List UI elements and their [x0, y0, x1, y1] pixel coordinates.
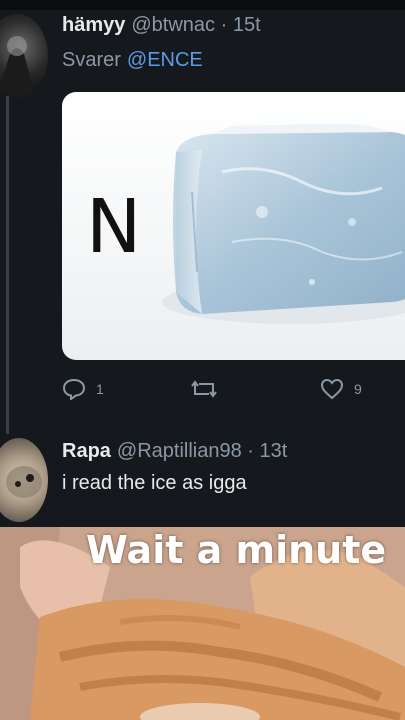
mention-link[interactable]: @ENCE [127, 49, 203, 71]
display-name[interactable]: hämyy [62, 14, 125, 36]
reply-handle[interactable]: @Raptillian98 · 13t [117, 440, 287, 462]
reply-display-name[interactable]: Rapa [62, 440, 111, 462]
like-button[interactable]: 9 [320, 378, 362, 400]
replying-prefix: Svarer [62, 49, 121, 71]
replying-to: Svarer @ENCE [62, 49, 203, 72]
tweet-header: hämyy @btwnac · 15t [62, 14, 261, 37]
tweet-actions: 1 9 [62, 378, 382, 408]
retweet-icon [191, 380, 217, 398]
tweet-media[interactable]: N [62, 92, 405, 360]
reply-avatar[interactable] [0, 438, 48, 522]
user-handle[interactable]: @btwnac · 15t [131, 14, 260, 36]
retweet-button[interactable] [190, 378, 218, 400]
reply-text: i read the ice as igga [62, 472, 247, 494]
thread-line [6, 96, 9, 434]
avatar[interactable] [0, 14, 48, 98]
reply-avatar-image [6, 466, 42, 498]
heart-icon [320, 378, 344, 400]
reply-button[interactable]: 1 [62, 378, 104, 400]
avatar-image [0, 36, 36, 98]
reply-header: Rapa @Raptillian98 · 13t [62, 440, 287, 463]
like-count: 9 [354, 381, 362, 397]
reply-count: 1 [96, 381, 104, 397]
reply-icon [62, 378, 86, 400]
ice-cube-image [162, 123, 405, 324]
video-caption: Wait a minute [86, 528, 387, 572]
top-bar [0, 0, 405, 10]
